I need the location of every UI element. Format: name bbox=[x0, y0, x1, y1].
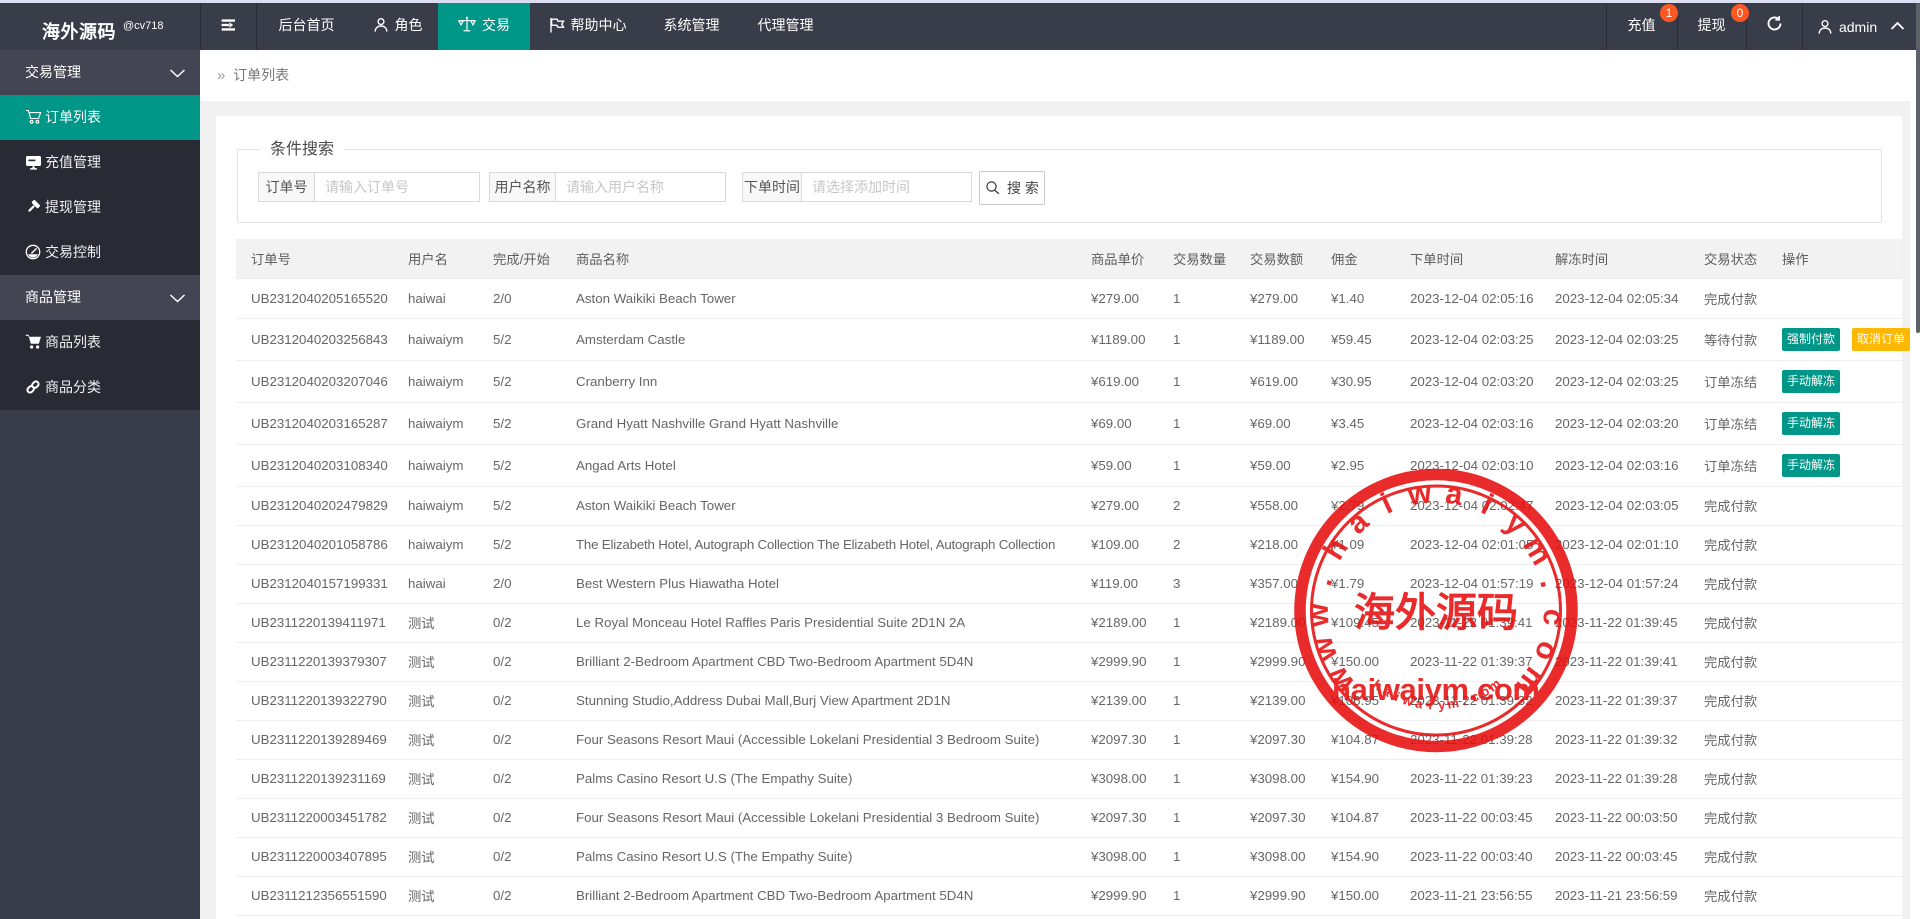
svg-text:.: . bbox=[1533, 575, 1567, 591]
svg-text:海外源码: 海外源码 bbox=[1354, 590, 1518, 635]
svg-text:a: a bbox=[1443, 477, 1465, 512]
svg-text:o: o bbox=[1528, 637, 1565, 666]
svg-text:w: w bbox=[1305, 632, 1344, 666]
svg-text:y: y bbox=[1498, 506, 1533, 542]
svg-text:haiwaiym.com: haiwaiym.com bbox=[1332, 672, 1540, 707]
svg-text:w: w bbox=[1302, 602, 1336, 628]
svg-text:a: a bbox=[1341, 505, 1376, 541]
svg-text:w: w bbox=[1405, 476, 1434, 512]
svg-text:c: c bbox=[1536, 608, 1570, 627]
svg-text:.: . bbox=[1305, 573, 1339, 589]
